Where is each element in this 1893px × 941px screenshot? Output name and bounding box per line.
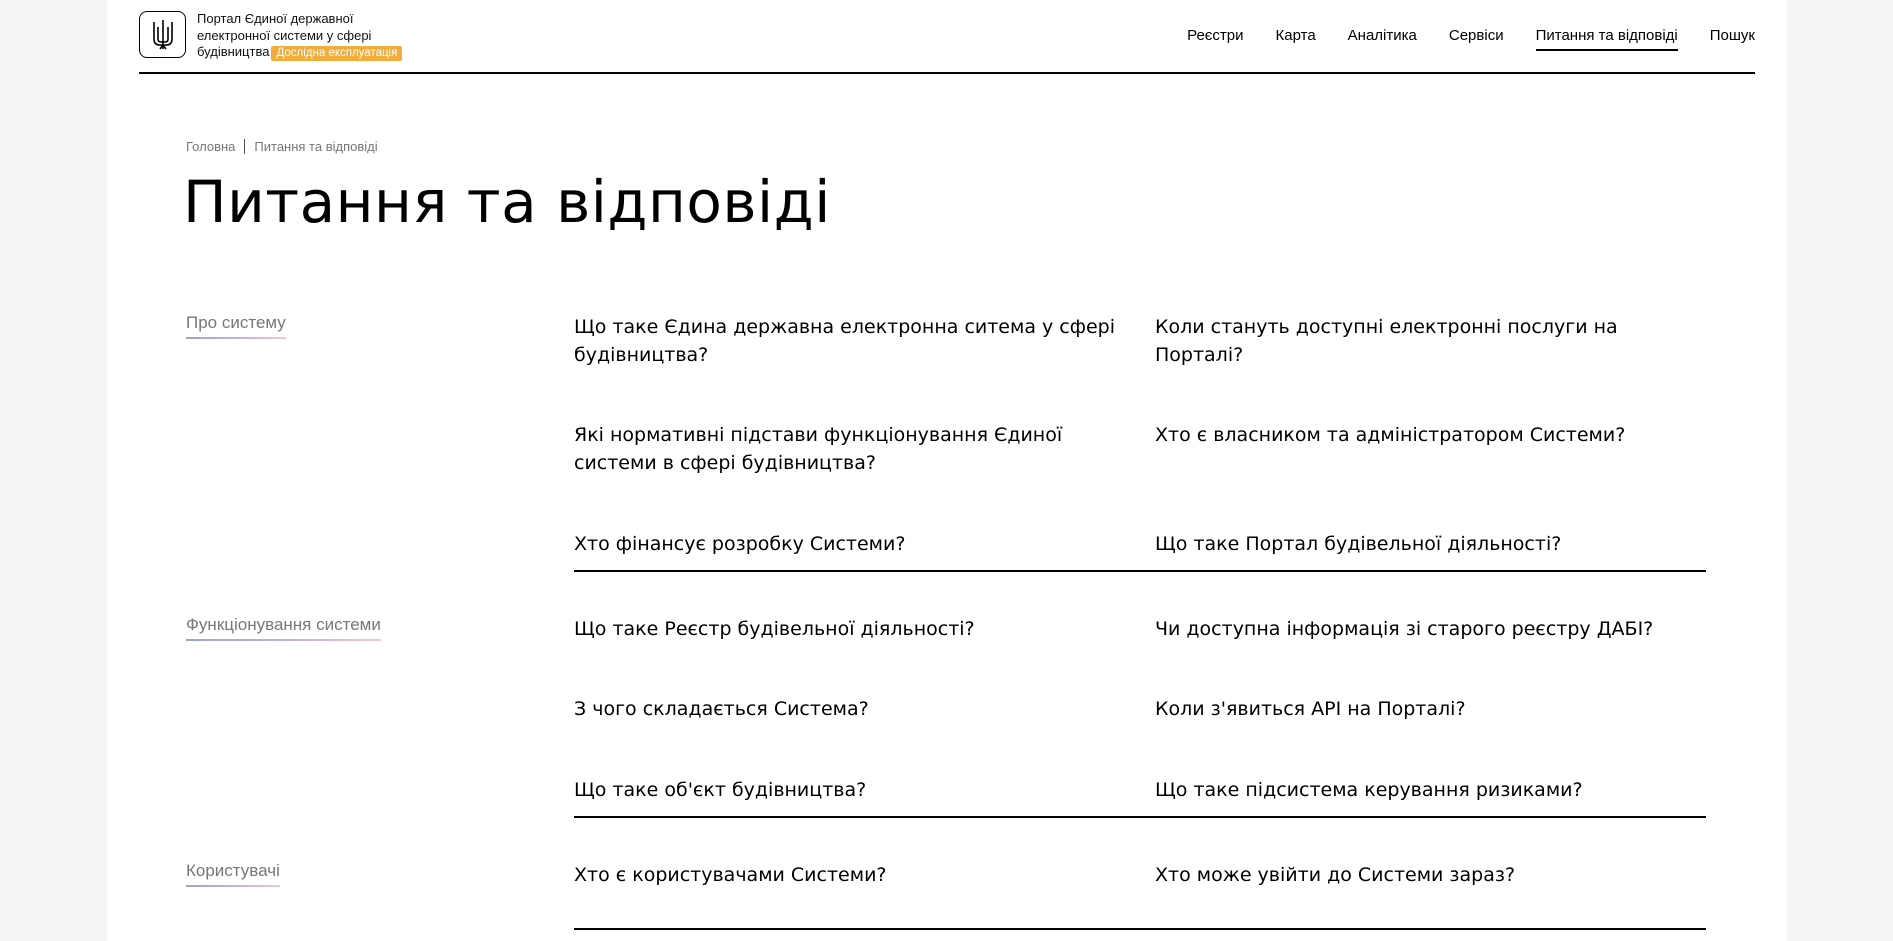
faq-question[interactable]: Що таке Портал будівельної діяльності? bbox=[1155, 530, 1706, 570]
trident-icon bbox=[152, 19, 173, 49]
faq-question[interactable]: Що таке Єдина державна електронна ситема… bbox=[574, 313, 1155, 409]
nav-item-search[interactable]: Пошук bbox=[1710, 21, 1755, 51]
faq-question[interactable]: Хто фінансує розробку Системи? bbox=[574, 530, 1155, 570]
nav-item-analytics[interactable]: Аналітика bbox=[1348, 21, 1417, 51]
nav-item-registries[interactable]: Реєстри bbox=[1187, 21, 1243, 51]
category-about-system[interactable]: Про систему bbox=[186, 313, 286, 339]
portal-name[interactable]: Портал Єдиної державної електронної сист… bbox=[197, 11, 437, 61]
faq-question[interactable]: Що таке підсистема керування ризиками? bbox=[1155, 776, 1706, 816]
main-nav: Реєстри Карта Аналітика Сервіси Питання … bbox=[1155, 0, 1755, 72]
portal-name-line-2: електронної системи у сфері bbox=[197, 27, 372, 43]
category-functioning[interactable]: Функціонування системи bbox=[186, 615, 381, 641]
question-grid: Що таке Реєстр будівельної діяльності? Ч… bbox=[574, 615, 1706, 818]
faq-question[interactable]: Хто є власником та адміністратором Систе… bbox=[1155, 421, 1706, 517]
question-grid: Хто є користувачами Системи? Хто може ув… bbox=[574, 861, 1706, 930]
page: Портал Єдиної державної електронної сист… bbox=[107, 0, 1787, 941]
faq-question[interactable]: Хто може увійти до Системи зараз? bbox=[1155, 861, 1706, 928]
site-header: Портал Єдиної державної електронної сист… bbox=[139, 0, 1755, 74]
faq-question[interactable]: Які нормативні підстави функціонування Є… bbox=[574, 421, 1155, 517]
logo[interactable] bbox=[139, 11, 186, 58]
category-users[interactable]: Користувачі bbox=[186, 861, 280, 887]
faq-question[interactable]: Коли стануть доступні електронні послуги… bbox=[1155, 313, 1706, 409]
faq-question[interactable]: Хто є користувачами Системи? bbox=[574, 861, 1155, 928]
breadcrumb-separator bbox=[244, 139, 246, 154]
nav-item-map[interactable]: Карта bbox=[1276, 21, 1316, 51]
portal-name-line-3: будівництва bbox=[197, 44, 270, 59]
page-title: Питання та відповіді bbox=[183, 168, 831, 236]
faq-question[interactable]: Що таке Реєстр будівельної діяльності? bbox=[574, 615, 1155, 683]
nav-item-services[interactable]: Сервіси bbox=[1449, 21, 1504, 51]
portal-name-line-1: Портал Єдиної державної bbox=[197, 11, 354, 26]
faq-question[interactable]: Коли з'явиться API на Порталі? bbox=[1155, 695, 1706, 763]
breadcrumb-current: Питання та відповіді bbox=[254, 139, 378, 154]
status-badge: Дослідна експлуатація bbox=[271, 46, 403, 61]
question-grid: Що таке Єдина державна електронна ситема… bbox=[574, 313, 1706, 572]
breadcrumb: Головна Питання та відповіді bbox=[186, 139, 378, 154]
faq-question[interactable]: З чого складається Система? bbox=[574, 695, 1155, 763]
nav-item-faq[interactable]: Питання та відповіді bbox=[1535, 21, 1678, 51]
faq-question[interactable]: Чи доступна інформація зі старого реєстр… bbox=[1155, 615, 1706, 683]
breadcrumb-home[interactable]: Головна bbox=[186, 139, 235, 154]
faq-question[interactable]: Що таке об'єкт будівництва? bbox=[574, 776, 1155, 816]
